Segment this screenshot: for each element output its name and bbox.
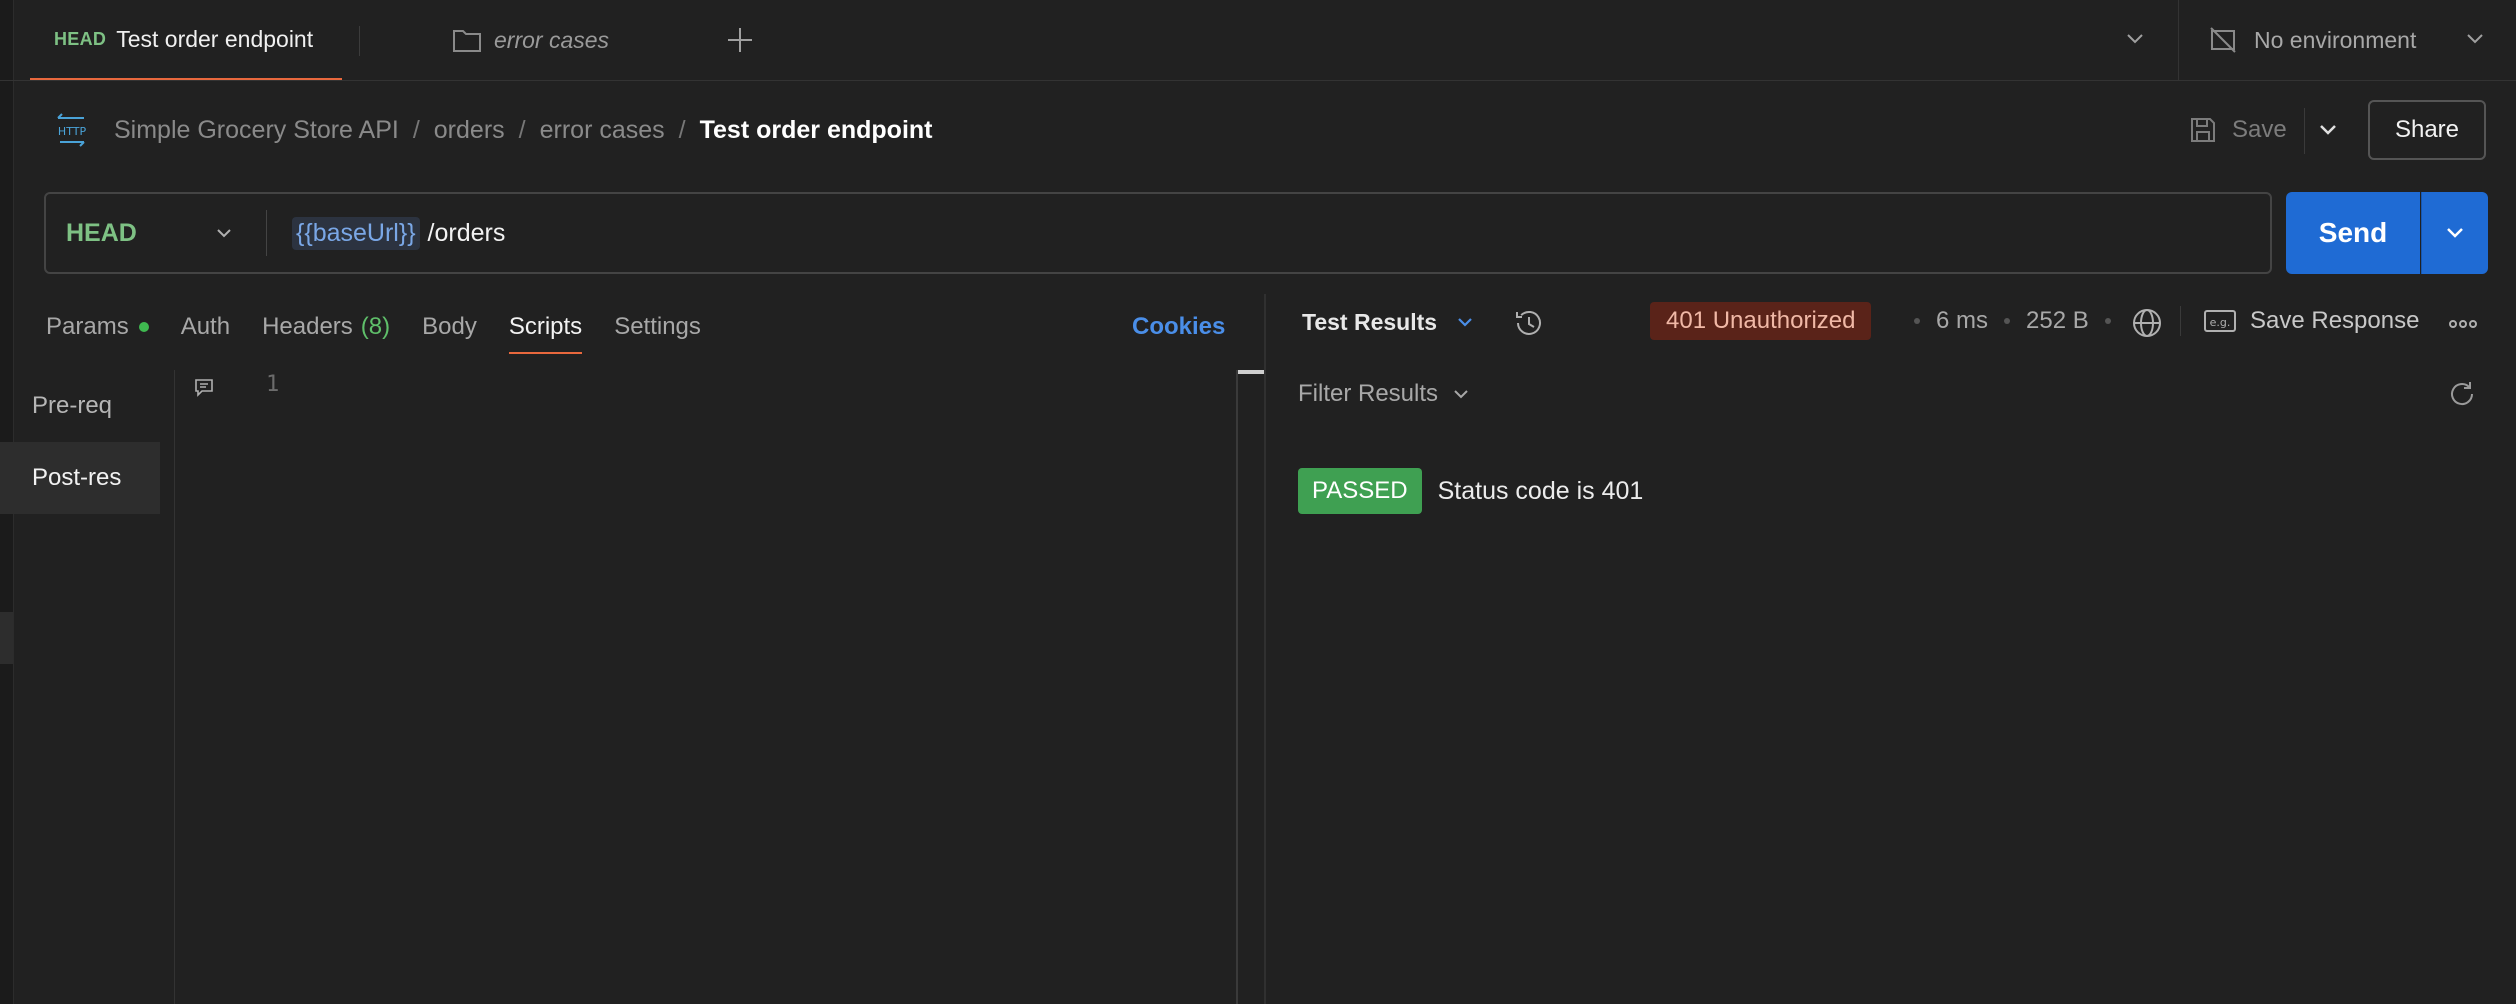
- environment-label: No environment: [2254, 26, 2417, 53]
- more-horizontal-icon: [2448, 319, 2478, 329]
- url-input[interactable]: {{baseUrl}} /orders: [292, 192, 505, 274]
- meta-separator-dot: [2004, 318, 2011, 324]
- svg-text:e.g.: e.g.: [2210, 316, 2231, 329]
- tab-method-badge: HEAD: [54, 28, 107, 49]
- tabs-dropdown-button[interactable]: [2122, 26, 2148, 57]
- environment-dropdown-button[interactable]: [2462, 26, 2488, 57]
- params-indicator-dot: [138, 322, 149, 332]
- chevron-down-icon: [2122, 26, 2148, 52]
- chevron-down-icon: [2462, 26, 2488, 52]
- request-tabs: Params Auth Headers (8) Body Scripts Set…: [46, 296, 733, 358]
- tab-body-label: Body: [422, 313, 477, 340]
- method-label: HEAD: [66, 218, 137, 247]
- scripts-nav-post-response[interactable]: Post-res: [0, 442, 160, 514]
- filter-results-label: Filter Results: [1298, 380, 1439, 407]
- editor-scrollbar-thumb[interactable]: [1238, 370, 1264, 374]
- editor-line-number: 1: [266, 372, 280, 397]
- filter-results-dropdown[interactable]: Filter Results: [1298, 376, 1472, 412]
- tab-folder-label: error cases: [494, 26, 610, 53]
- tab-auth[interactable]: Auth: [181, 296, 230, 358]
- breadcrumb: Simple Grocery Store API / orders / erro…: [114, 112, 932, 148]
- plus-icon: [724, 24, 756, 56]
- breadcrumb-separator: /: [678, 115, 686, 144]
- url-path: /orders: [427, 218, 506, 247]
- response-divider: [2180, 306, 2181, 336]
- pane-splitter[interactable]: [1264, 294, 1266, 1004]
- tab-params[interactable]: Params: [46, 296, 149, 358]
- tab-headers[interactable]: Headers (8): [262, 296, 390, 358]
- response-time[interactable]: 6 ms: [1936, 307, 1988, 335]
- response-size[interactable]: 252 B: [2026, 307, 2089, 335]
- tab-settings-label: Settings: [614, 313, 701, 340]
- send-options-button[interactable]: [2421, 192, 2488, 274]
- share-button[interactable]: Share: [2368, 100, 2486, 160]
- save-response-label: Save Response: [2250, 307, 2420, 334]
- chevron-down-icon: [212, 221, 236, 245]
- environment-divider: [2178, 0, 2179, 80]
- chevron-down-icon: [2314, 114, 2342, 146]
- breadcrumb-collection[interactable]: Simple Grocery Store API: [114, 116, 399, 145]
- tab-body[interactable]: Body: [422, 296, 477, 358]
- tab-params-label: Params: [46, 313, 129, 340]
- save-options-button[interactable]: [2314, 114, 2342, 151]
- test-result-name: Status code is 401: [1437, 476, 1644, 505]
- tab-scripts-label: Scripts: [508, 313, 583, 340]
- breadcrumb-folder-orders[interactable]: orders: [434, 116, 505, 145]
- chevron-down-icon: [2442, 220, 2468, 246]
- scripts-nav-pre-request[interactable]: Pre-req: [0, 370, 160, 442]
- meta-separator-dot: [2104, 318, 2111, 324]
- headers-count: (8): [360, 313, 391, 340]
- environment-selector[interactable]: No environment: [2208, 0, 2416, 80]
- response-meta: 6 ms 252 B: [1898, 302, 2127, 340]
- tab-title: Test order endpoint: [116, 25, 314, 52]
- chevron-down-icon: [1450, 383, 1472, 405]
- editor-scrollbar[interactable]: [1236, 370, 1238, 1004]
- response-tab-label: Test Results: [1302, 308, 1438, 335]
- http-icon: HTTP: [52, 112, 92, 148]
- no-environment-icon: [2208, 25, 2238, 55]
- breadcrumb-separator: /: [518, 115, 526, 144]
- tab-scripts[interactable]: Scripts: [508, 296, 583, 358]
- tab-error-cases[interactable]: error cases: [452, 0, 609, 80]
- example-icon: e.g.: [2204, 308, 2236, 334]
- breadcrumb-request-name[interactable]: Test order endpoint: [700, 116, 933, 145]
- test-result-row: PASSED Status code is 401: [1298, 468, 1643, 514]
- comment-icon[interactable]: [194, 378, 214, 398]
- save-response-button[interactable]: e.g. Save Response: [2204, 302, 2419, 340]
- url-divider: [266, 210, 267, 256]
- send-button[interactable]: Send: [2286, 192, 2420, 274]
- meta-separator-dot: [1914, 318, 1920, 324]
- sidebar-resize-handle[interactable]: [0, 612, 13, 664]
- tab-test-order-endpoint[interactable]: HEAD Test order endpoint: [30, 0, 342, 80]
- tab-auth-label: Auth: [180, 313, 231, 340]
- refresh-icon[interactable]: [2446, 378, 2478, 410]
- method-select[interactable]: HEAD: [66, 192, 236, 274]
- svg-text:HTTP: HTTP: [58, 125, 87, 138]
- save-button[interactable]: Save: [2188, 108, 2287, 152]
- cookies-link[interactable]: Cookies: [1132, 304, 1225, 350]
- folder-icon: [452, 26, 482, 54]
- save-icon: [2188, 115, 2218, 145]
- response-more-button[interactable]: [2448, 316, 2478, 334]
- breadcrumb-separator: /: [412, 115, 420, 144]
- response-status-badge[interactable]: 401 Unauthorized: [1650, 302, 1872, 340]
- test-status-badge: PASSED: [1298, 468, 1422, 514]
- globe-icon[interactable]: [2130, 306, 2164, 340]
- response-tab-selector[interactable]: Test Results: [1302, 302, 1477, 342]
- breadcrumb-folder-error-cases[interactable]: error cases: [540, 116, 665, 145]
- tab-divider: [359, 26, 360, 56]
- save-divider: [2304, 108, 2305, 154]
- history-icon[interactable]: [1512, 306, 1546, 340]
- new-tab-button[interactable]: [724, 24, 756, 61]
- save-label: Save: [2232, 116, 2287, 143]
- tab-headers-label: Headers: [262, 313, 353, 340]
- chevron-down-icon: [1453, 310, 1477, 334]
- tab-settings[interactable]: Settings: [614, 296, 701, 358]
- url-variable[interactable]: {{baseUrl}}: [292, 216, 420, 250]
